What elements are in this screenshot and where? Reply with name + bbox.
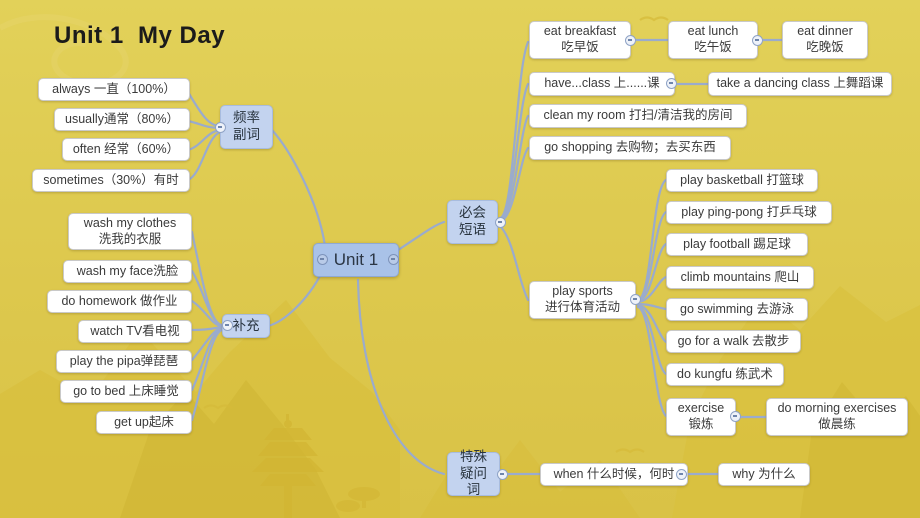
- leaf-sport-climb-mountains[interactable]: climb mountains 爬山: [666, 266, 814, 289]
- collapse-handle-eat-breakfast[interactable]: [625, 35, 636, 46]
- leaf-label: why 为什么: [732, 466, 796, 481]
- leaf-sport-exercise[interactable]: exercise 锻炼: [666, 398, 736, 436]
- leaf-label: go shopping 去购物；去买东西: [544, 140, 716, 155]
- collapse-handle-have-class[interactable]: [666, 78, 677, 89]
- leaf-label: do homework 做作业: [61, 293, 178, 308]
- leaf-label: wash my clothes 洗我的衣服: [83, 215, 177, 246]
- leaf-label: have...class 上......课: [544, 76, 660, 91]
- leaf-supplement-go-to-bed[interactable]: go to bed 上床睡觉: [60, 380, 192, 403]
- leaf-sport-swimming[interactable]: go swimming 去游泳: [666, 298, 808, 321]
- leaf-question-when[interactable]: when 什么时候，何时: [540, 463, 688, 486]
- leaf-label: take a dancing class 上舞蹈课: [716, 76, 884, 91]
- collapse-handle-phrases[interactable]: [495, 217, 506, 228]
- leaf-supplement-get-up[interactable]: get up起床: [96, 411, 192, 434]
- leaf-sport-kungfu[interactable]: do kungfu 练武术: [666, 363, 784, 386]
- leaf-label: eat dinner 吃晚饭: [797, 24, 853, 54]
- leaf-label: go for a walk 去散步: [677, 333, 790, 348]
- root-node-label: Unit 1: [333, 250, 379, 270]
- branch-node-supplement-label: 补充: [232, 317, 260, 333]
- leaf-label: often 经常（60%）: [72, 141, 180, 156]
- leaf-take-dancing-class[interactable]: take a dancing class 上舞蹈课: [708, 72, 892, 96]
- leaf-label: exercise 锻炼: [677, 401, 725, 431]
- leaf-label: do morning exercises 做晨练: [777, 401, 897, 431]
- leaf-label: play ping-pong 打乒乓球: [681, 204, 817, 219]
- collapse-handle-exercise[interactable]: [730, 411, 741, 422]
- leaf-adverb-sometimes[interactable]: sometimes（30%）有时: [32, 169, 190, 192]
- leaf-question-why[interactable]: why 为什么: [718, 463, 810, 486]
- leaf-label: play football 踢足球: [683, 236, 791, 251]
- collapse-handle-when[interactable]: [676, 469, 687, 480]
- leaf-adverb-usually[interactable]: usually通常（80%）: [54, 108, 190, 131]
- leaf-label: clean my room 打扫/清洁我的房间: [543, 108, 733, 123]
- leaf-supplement-pipa[interactable]: play the pipa弹琵琶: [56, 350, 192, 373]
- branch-node-question-words-label: 特殊 疑问词: [460, 448, 487, 498]
- collapse-handle-root-left[interactable]: [317, 254, 328, 265]
- leaf-label: go swimming 去游泳: [680, 301, 794, 316]
- leaf-supplement-homework[interactable]: do homework 做作业: [47, 290, 192, 313]
- collapse-handle-play-sports[interactable]: [630, 294, 641, 305]
- leaf-phrase-play-sports[interactable]: play sports 进行体育活动: [529, 281, 636, 319]
- leaf-label: when 什么时候，何时: [553, 466, 675, 481]
- leaf-eat-dinner[interactable]: eat dinner 吃晚饭: [782, 21, 868, 59]
- leaf-phrase-eat-breakfast[interactable]: eat breakfast 吃早饭: [529, 21, 631, 59]
- leaf-label: climb mountains 爬山: [680, 269, 800, 284]
- leaf-sport-football[interactable]: play football 踢足球: [666, 233, 808, 256]
- branch-node-adverbs[interactable]: 频率 副词: [220, 105, 273, 149]
- leaf-label: do kungfu 练武术: [677, 366, 773, 381]
- leaf-supplement-wash-clothes[interactable]: wash my clothes 洗我的衣服: [68, 213, 192, 250]
- leaf-label: get up起床: [114, 414, 174, 429]
- leaf-eat-lunch[interactable]: eat lunch 吃午饭: [668, 21, 758, 59]
- leaf-label: sometimes（30%）有时: [43, 172, 179, 187]
- collapse-handle-adverbs[interactable]: [215, 122, 226, 133]
- leaf-label: play the pipa弹琵琶: [69, 353, 179, 368]
- leaf-label: go to bed 上床睡觉: [73, 383, 179, 398]
- leaf-phrase-go-shopping[interactable]: go shopping 去购物；去买东西: [529, 136, 731, 160]
- leaf-label: eat breakfast 吃早饭: [543, 24, 617, 54]
- leaf-label: always 一直（100%）: [52, 81, 176, 96]
- mindmap-slide: Unit 1 My Day Unit 1 频率 副词 always 一直（100…: [0, 0, 920, 518]
- leaf-label: play sports 进行体育活动: [544, 284, 620, 314]
- leaf-adverb-always[interactable]: always 一直（100%）: [38, 78, 190, 101]
- branch-node-question-words[interactable]: 特殊 疑问词: [447, 449, 500, 497]
- leaf-phrase-have-class[interactable]: have...class 上......课: [529, 72, 675, 96]
- collapse-handle-eat-lunch[interactable]: [752, 35, 763, 46]
- leaf-sport-walk[interactable]: go for a walk 去散步: [666, 330, 801, 353]
- leaf-label: wash my face洗脸: [76, 263, 179, 278]
- leaf-label: play basketball 打篮球: [680, 172, 804, 187]
- leaf-label: eat lunch 吃午饭: [687, 24, 739, 54]
- collapse-handle-root-right[interactable]: [388, 254, 399, 265]
- leaf-adverb-often[interactable]: often 经常（60%）: [62, 138, 190, 161]
- leaf-sport-ping-pong[interactable]: play ping-pong 打乒乓球: [666, 201, 832, 224]
- branch-node-phrases[interactable]: 必会 短语: [447, 200, 498, 244]
- leaf-do-morning-exercises[interactable]: do morning exercises 做晨练: [766, 398, 908, 436]
- leaf-phrase-clean-my-room[interactable]: clean my room 打扫/清洁我的房间: [529, 104, 747, 128]
- branch-node-phrases-label: 必会 短语: [459, 205, 486, 237]
- leaf-supplement-wash-face[interactable]: wash my face洗脸: [63, 260, 192, 283]
- leaf-label: watch TV看电视: [90, 323, 180, 338]
- branch-node-adverbs-label: 频率 副词: [233, 110, 260, 142]
- collapse-handle-question-words[interactable]: [497, 469, 508, 480]
- leaf-supplement-watch-tv[interactable]: watch TV看电视: [78, 320, 192, 343]
- leaf-sport-basketball[interactable]: play basketball 打篮球: [666, 169, 818, 192]
- leaf-label: usually通常（80%）: [65, 111, 179, 126]
- collapse-handle-supplement[interactable]: [222, 320, 233, 331]
